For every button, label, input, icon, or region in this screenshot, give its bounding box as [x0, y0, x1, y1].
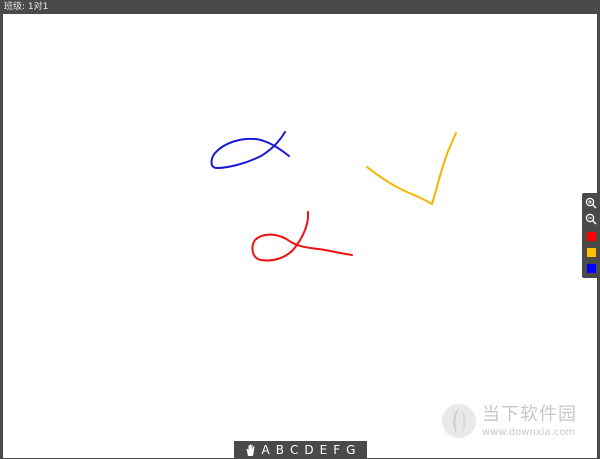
zoom-in-button[interactable]	[585, 197, 597, 209]
ink-layer	[210, 131, 457, 262]
page-c-button[interactable]: C	[289, 441, 299, 459]
color-swatch-red	[586, 231, 596, 241]
zoom-out-button[interactable]	[585, 213, 597, 225]
page-e-button[interactable]: E	[319, 441, 329, 459]
color-swatch-blue	[586, 263, 596, 273]
hand-icon[interactable]	[245, 443, 257, 457]
title-bar: 班级: 1对1	[0, 0, 600, 14]
color-red-button[interactable]	[585, 230, 597, 242]
watermark-logo-icon	[442, 404, 476, 438]
blue-stroke	[210, 131, 290, 169]
bottom-toolbar: A B C D E F G	[234, 441, 367, 459]
zoom-out-icon	[585, 213, 597, 225]
window-title: 班级: 1对1	[4, 2, 49, 12]
page-g-button[interactable]: G	[345, 441, 356, 459]
page-d-button[interactable]: D	[303, 441, 314, 459]
color-yellow-button[interactable]	[585, 246, 597, 258]
page-b-button[interactable]: B	[275, 441, 285, 459]
yellow-stroke	[366, 132, 457, 205]
page-a-button[interactable]: A	[261, 441, 271, 459]
color-swatch-yellow	[586, 247, 596, 257]
page-f-button[interactable]: F	[332, 441, 341, 459]
zoom-in-icon	[585, 197, 597, 209]
watermark: 当下软件园 www.downxia.com	[440, 398, 590, 444]
whiteboard-canvas[interactable]	[3, 14, 597, 458]
watermark-url: www.downxia.com	[482, 427, 576, 438]
side-toolbar	[582, 193, 600, 278]
watermark-name: 当下软件园	[482, 404, 577, 425]
color-blue-button[interactable]	[585, 262, 597, 274]
red-stroke	[251, 211, 353, 262]
